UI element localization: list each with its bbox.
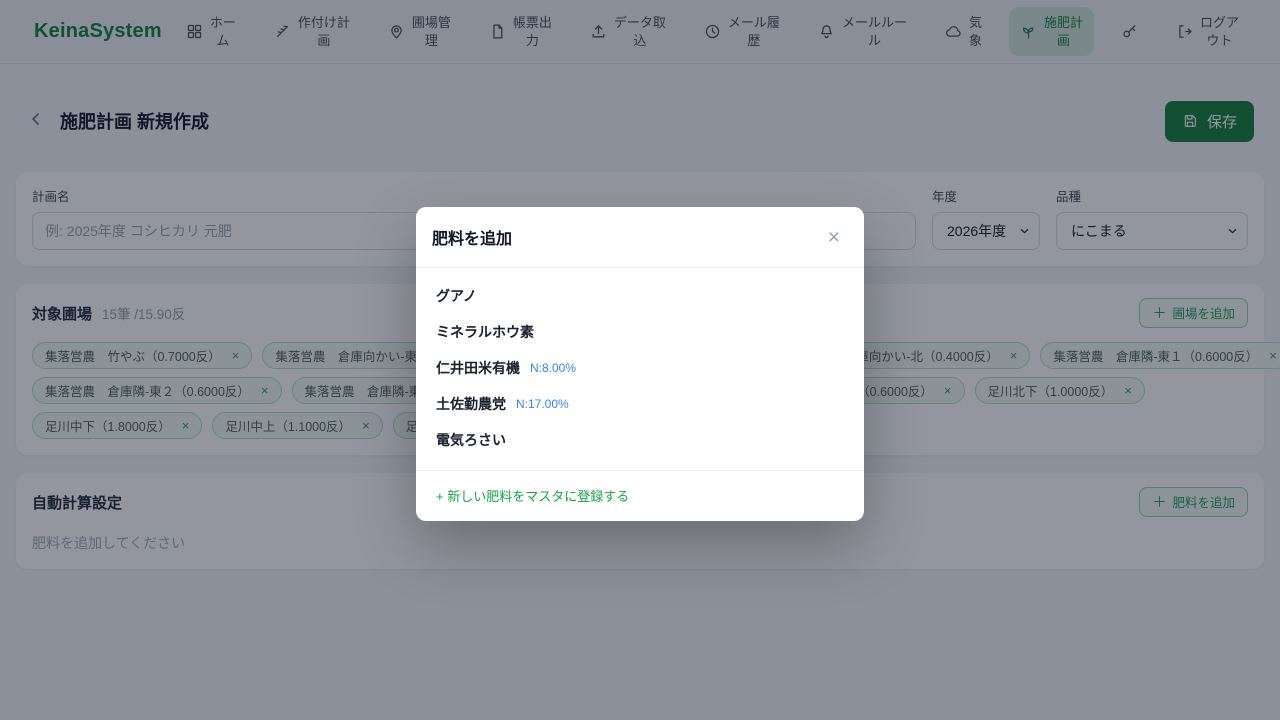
modal-footer: + 新しい肥料をマスタに登録する xyxy=(416,470,864,521)
fertilizer-list: グアノミネラルホウ素仁井田米有機 N:8.00% 土佐勤農党 N:17.00% 電気ろさ… xyxy=(416,268,864,470)
add-fertilizer-modal: 肥料を追加 × グアノミネラルホウ素仁井田米有機 N:8.00% 土佐勤農党 N:17… xyxy=(416,207,864,521)
fertilizer-option[interactable]: 土佐勤農党 N:17.00% xyxy=(416,386,864,422)
fertilizer-name: ミネラルホウ素 xyxy=(436,322,534,342)
fertilizer-option[interactable]: 電気ろさい xyxy=(416,422,864,458)
close-icon[interactable]: × xyxy=(820,227,848,248)
fertilizer-n-percent: N:8.00% xyxy=(530,361,576,375)
fertilizer-name: 電気ろさい xyxy=(436,430,506,450)
fertilizer-option[interactable]: グアノ xyxy=(416,278,864,314)
fertilizer-name: 仁井田米有機 xyxy=(436,358,520,378)
fertilizer-name: グアノ xyxy=(436,286,477,306)
fertilizer-option[interactable]: ミネラルホウ素 xyxy=(416,314,864,350)
modal-header: 肥料を追加 × xyxy=(416,207,864,268)
modal-title: 肥料を追加 xyxy=(432,225,512,249)
register-new-fertilizer-link[interactable]: + 新しい肥料をマスタに登録する xyxy=(436,489,629,504)
fertilizer-name: 土佐勤農党 xyxy=(436,394,506,414)
fertilizer-n-percent: N:17.00% xyxy=(516,397,569,411)
fertilizer-option[interactable]: 仁井田米有機 N:8.00% xyxy=(416,350,864,386)
